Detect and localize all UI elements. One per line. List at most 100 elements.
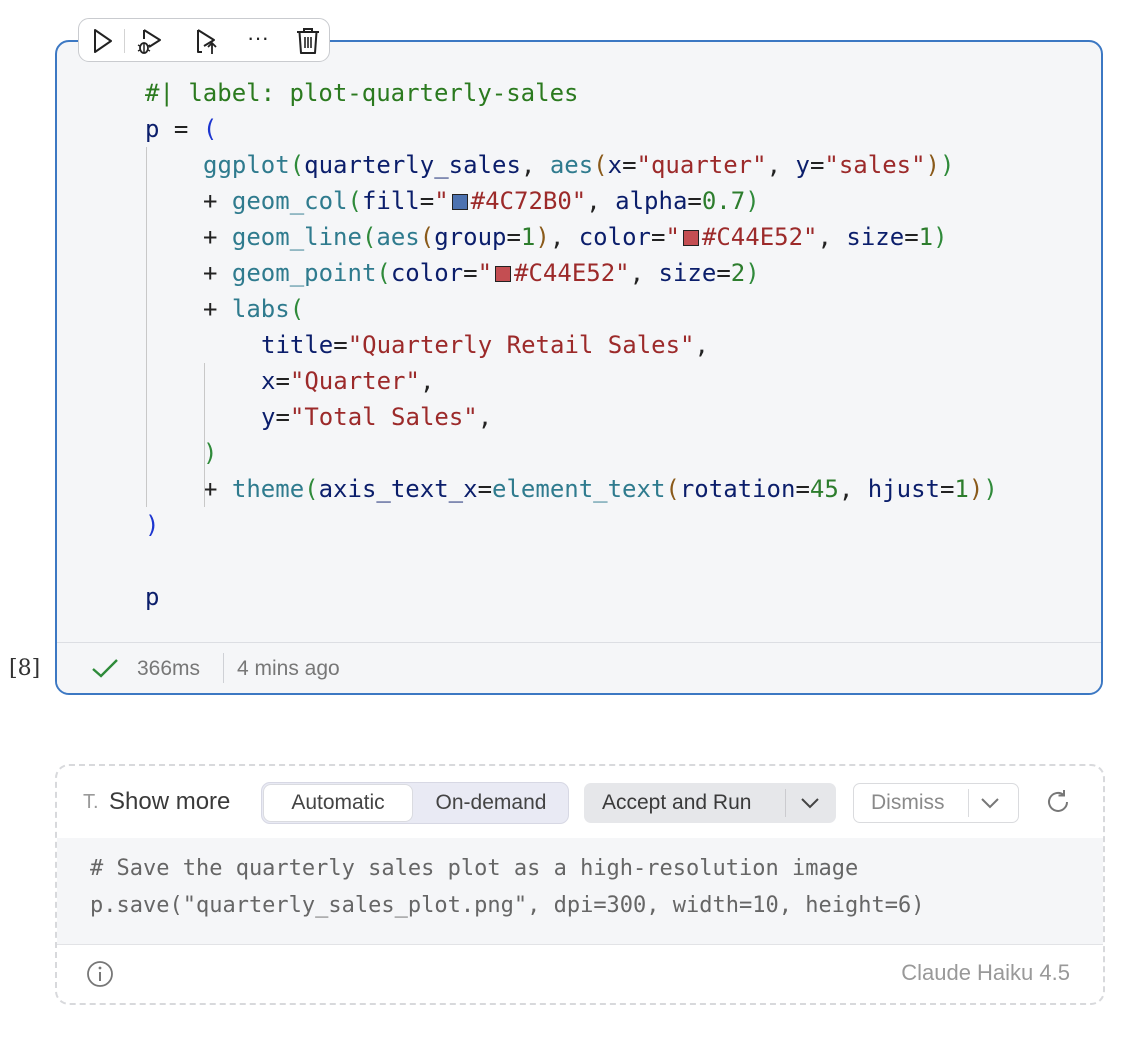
suggested-code[interactable]: # Save the quarterly sales plot as a hig…	[57, 838, 1103, 945]
code-token: 0.7	[701, 187, 746, 215]
dismiss-label[interactable]: Dismiss	[871, 784, 945, 822]
code-token: aes	[376, 223, 420, 251]
code-token: =	[809, 151, 825, 179]
code-token: "	[665, 223, 680, 251]
code-token: size	[658, 259, 717, 287]
code-token: (	[289, 295, 305, 323]
code-token: p	[145, 583, 160, 611]
code-line: + theme(axis_text_x=element_text(rotatio…	[203, 471, 998, 507]
code-token: "Quarterly Retail Sales"	[347, 331, 695, 359]
code-line: p	[145, 579, 159, 615]
code-line: )	[145, 507, 159, 543]
accept-divider	[785, 789, 786, 817]
code-token: =	[333, 331, 348, 359]
code-token: ,	[520, 151, 550, 179]
code-token: (	[665, 475, 680, 503]
mode-automatic[interactable]: Automatic	[263, 784, 413, 822]
indent-guide	[146, 147, 147, 507]
delete-icon[interactable]	[293, 26, 323, 56]
code-token: axis_text_x	[318, 475, 478, 503]
color-swatch[interactable]	[495, 266, 512, 282]
code-token: "sales"	[824, 151, 926, 179]
info-icon[interactable]	[85, 959, 115, 989]
code-token: p	[145, 115, 160, 143]
more-icon[interactable]: ···	[243, 26, 273, 56]
debug-icon[interactable]	[135, 26, 165, 56]
show-more-button[interactable]: Show more	[109, 788, 230, 816]
code-token: 1	[954, 475, 969, 503]
chevron-down-icon[interactable]	[798, 791, 822, 815]
code-token: )	[983, 475, 998, 503]
code-token: =	[275, 403, 290, 431]
code-token: )	[745, 259, 760, 287]
code-token: rotation	[679, 475, 796, 503]
check-icon	[92, 659, 118, 678]
suggestion-header: T. Show more Automatic On-demand Accept …	[57, 766, 1103, 839]
code-token: group	[434, 223, 507, 251]
code-line: + labs(	[203, 291, 304, 327]
code-token: quarterly_sales	[304, 151, 521, 179]
code-token: (	[593, 151, 608, 179]
run-icon[interactable]	[87, 26, 117, 56]
code-token: "Quarter"	[289, 367, 420, 395]
code-token: color	[390, 259, 464, 287]
code-token: theme	[231, 475, 305, 503]
code-cell[interactable]: #| label: plot-quarterly-sales p = (ggplo…	[55, 40, 1103, 695]
cell-toolbar: ···	[78, 18, 330, 62]
code-token: )	[145, 511, 160, 539]
dismiss-divider	[968, 789, 969, 817]
dismiss-button: Dismiss	[853, 783, 1019, 823]
code-token: #4C72B0"	[470, 187, 587, 215]
code-token: fill	[361, 187, 420, 215]
code-token: +	[203, 223, 232, 251]
code-token: (	[376, 259, 391, 287]
code-token: ggplot	[203, 151, 290, 179]
code-line: y="Total Sales",	[261, 399, 492, 435]
color-swatch[interactable]	[682, 230, 699, 246]
code-token: ,	[766, 151, 796, 179]
code-token: =	[939, 475, 955, 503]
suggestion-footer: Claude Haiku 4.5	[57, 945, 1103, 1003]
code-token: #C44E52"	[701, 223, 818, 251]
code-token: (	[361, 223, 377, 251]
code-line: title="Quarterly Retail Sales",	[261, 327, 709, 363]
cell-status-bar: 366ms 4 mins ago	[57, 642, 1101, 693]
code-token: (	[202, 115, 218, 143]
code-token: )	[968, 475, 984, 503]
code-token: ,	[629, 259, 659, 287]
accept-and-run-label[interactable]: Accept and Run	[602, 783, 751, 823]
code-token: +	[203, 259, 232, 287]
code-token: color	[578, 223, 651, 251]
code-line: p = (	[145, 111, 217, 147]
refresh-icon[interactable]	[1043, 787, 1073, 817]
cell-type-indicator: T.	[83, 791, 99, 813]
code-token: )	[925, 151, 940, 179]
code-token: =	[650, 223, 666, 251]
code-token: size	[846, 223, 905, 251]
code-line: x="Quarter",	[261, 363, 434, 399]
code-token: 1	[918, 223, 934, 251]
code-line: + geom_point(color=" #C44E52", size=2)	[203, 255, 760, 291]
chevron-down-icon[interactable]	[978, 791, 1002, 815]
code-token: geom_col	[231, 187, 348, 215]
model-name: Claude Haiku 4.5	[901, 960, 1070, 985]
code-token: +	[203, 475, 232, 503]
run-above-icon[interactable]	[192, 26, 222, 56]
code-token: (	[347, 187, 362, 215]
code-token: +	[203, 295, 232, 323]
code-token: ,	[419, 367, 435, 395]
code-token: ,	[586, 187, 616, 215]
code-token: =	[275, 367, 290, 395]
status-divider	[223, 653, 224, 683]
code-token: )	[745, 187, 760, 215]
code-token: "	[434, 187, 449, 215]
code-token: (	[304, 475, 319, 503]
code-token: 1	[520, 223, 536, 251]
code-token: 2	[730, 259, 746, 287]
code-token: element_text	[492, 475, 666, 503]
code-token: =	[622, 151, 637, 179]
color-swatch[interactable]	[451, 194, 468, 210]
indent-guide	[204, 363, 205, 507]
mode-on-demand[interactable]: On-demand	[414, 784, 568, 822]
code-token: aes	[549, 151, 594, 179]
